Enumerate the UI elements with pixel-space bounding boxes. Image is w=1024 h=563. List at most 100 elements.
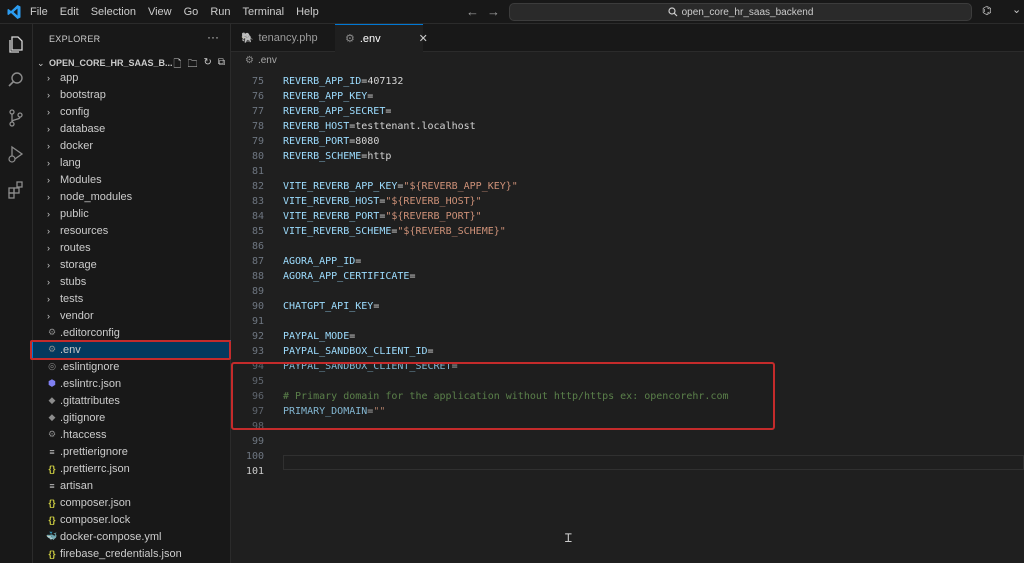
file-dot-prettierignore[interactable]: ≡ .prettierignore xyxy=(33,443,231,460)
folder-label: Modules xyxy=(60,173,102,186)
folder-storage[interactable]: › storage xyxy=(33,256,231,273)
tab-label: tenancy.php xyxy=(258,32,318,44)
chevron-down-icon[interactable]: ⌄ xyxy=(1012,3,1021,16)
explorer-title: EXPLORER xyxy=(49,34,101,44)
chevron-right-icon: › xyxy=(47,72,50,83)
vscode-logo-icon xyxy=(7,5,21,19)
folder-label: vendor xyxy=(60,309,94,322)
file-label: .eslintignore xyxy=(60,360,120,373)
file-label: .env xyxy=(60,343,81,356)
text-cursor-icon: Ɪ xyxy=(565,531,572,545)
close-icon[interactable]: ✕ xyxy=(419,32,428,45)
menu-help[interactable]: Help xyxy=(296,6,319,18)
folder-routes[interactable]: › routes xyxy=(33,239,231,256)
forward-arrow-icon[interactable]: → xyxy=(487,4,500,19)
file-dot-editorconfig[interactable]: ⚙ .editorconfig xyxy=(33,324,231,341)
gear-icon: ⚙ xyxy=(47,429,57,439)
editor-tabs: 🐘 tenancy.php ⚙ .env ✕ xyxy=(231,24,1024,52)
chevron-right-icon: › xyxy=(47,157,50,168)
folder-docker[interactable]: › docker xyxy=(33,137,231,154)
file-composer-json[interactable]: {} composer.json xyxy=(33,494,231,511)
folder-label: config xyxy=(60,105,90,118)
chevron-right-icon: › xyxy=(47,191,50,202)
folder-lang[interactable]: › lang xyxy=(33,154,231,171)
folder-tests[interactable]: › tests xyxy=(33,290,231,307)
file-label: .prettierrc.json xyxy=(60,462,130,475)
equals-sign: = xyxy=(409,271,416,282)
menu-terminal[interactable]: Terminal xyxy=(243,6,285,18)
copilot-icon[interactable]: ⌬ xyxy=(982,4,992,17)
file-artisan[interactable]: ≡ artisan xyxy=(33,477,231,494)
equals-sign: = xyxy=(451,361,458,372)
menu-edit[interactable]: Edit xyxy=(60,6,79,18)
back-arrow-icon[interactable]: ← xyxy=(466,4,479,19)
command-center-search[interactable]: open_core_hr_saas_backend xyxy=(509,3,972,21)
env-key: PAYPAL_MODE xyxy=(283,331,350,342)
file-label: composer.lock xyxy=(60,513,131,526)
explorer-files-icon[interactable] xyxy=(6,34,26,54)
file-label: composer.json xyxy=(60,496,131,509)
run-debug-icon[interactable] xyxy=(6,144,26,164)
folder-config[interactable]: › config xyxy=(33,103,231,120)
chevron-right-icon: › xyxy=(47,310,50,321)
folder-label: routes xyxy=(60,241,91,254)
search-icon[interactable] xyxy=(6,70,26,90)
gear-icon: ⚙ xyxy=(47,327,57,337)
env-key: REVERB_APP_ID xyxy=(283,76,362,87)
file-label: .eslintrc.json xyxy=(60,377,122,390)
chevron-right-icon: › xyxy=(47,259,50,270)
breadcrumb-file[interactable]: .env xyxy=(258,55,277,66)
folder-resources[interactable]: › resources xyxy=(33,222,231,239)
tab-tenancy-php[interactable]: 🐘 tenancy.php xyxy=(231,24,335,52)
menu-selection[interactable]: Selection xyxy=(91,6,136,18)
more-actions-icon[interactable]: ··· xyxy=(207,30,219,44)
env-value: 407132 xyxy=(367,76,404,87)
circle-icon: ◎ xyxy=(48,361,56,371)
command-center-text: open_core_hr_saas_backend xyxy=(681,6,814,18)
folder-modules[interactable]: › Modules xyxy=(33,171,231,188)
env-string-value: "${REVERB_SCHEME}" xyxy=(397,226,506,237)
folder-node-modules[interactable]: › node_modules xyxy=(33,188,231,205)
env-key: PRIMARY_DOMAIN xyxy=(283,406,368,417)
code-editor[interactable]: 75 REVERB_APP_ID=407132 76 REVERB_APP_KEY= 7… xyxy=(231,72,1024,563)
folder-label: bootstrap xyxy=(60,88,106,101)
php-icon: 🐘 xyxy=(241,32,254,44)
env-key: REVERB_APP_KEY xyxy=(283,91,368,102)
folder-public[interactable]: › public xyxy=(33,205,231,222)
folder-stubs[interactable]: › stubs xyxy=(33,273,231,290)
file-composer-lock[interactable]: {} composer.lock xyxy=(33,511,231,528)
activity-bar xyxy=(0,24,33,563)
gear-icon: ⚙ xyxy=(47,344,57,354)
equals-sign: = xyxy=(355,256,362,267)
file-dot-gitignore[interactable]: ◆ .gitignore xyxy=(33,409,231,426)
menu-run[interactable]: Run xyxy=(210,6,230,18)
folder-database[interactable]: › database xyxy=(33,120,231,137)
file-dot-prettierrc-json[interactable]: {} .prettierrc.json xyxy=(33,460,231,477)
extensions-icon[interactable] xyxy=(6,180,26,200)
tab-env[interactable]: ⚙ .env ✕ xyxy=(335,24,428,52)
file-dot-env[interactable]: ⚙ .env xyxy=(32,340,232,359)
equals-sign: = xyxy=(367,91,374,102)
menu-go[interactable]: Go xyxy=(184,6,199,18)
env-string-value: "${REVERB_HOST}" xyxy=(385,196,482,207)
chevron-right-icon: › xyxy=(47,106,50,117)
docker-icon: 🐳 xyxy=(46,531,58,541)
source-control-icon[interactable] xyxy=(6,108,26,128)
menu-view[interactable]: View xyxy=(148,6,172,18)
menu-file[interactable]: File xyxy=(30,6,48,18)
folder-label: public xyxy=(60,207,89,220)
file-dot-eslintrc-json[interactable]: ⬢ .eslintrc.json xyxy=(33,375,231,392)
file-dot-gitattributes[interactable]: ◆ .gitattributes xyxy=(33,392,231,409)
file-firebase-credentials-json[interactable]: {} firebase_credentials.json xyxy=(33,545,231,562)
file-dot-htaccess[interactable]: ⚙ .htaccess xyxy=(33,426,231,443)
file-dot-eslintignore[interactable]: ◎ .eslintignore xyxy=(33,358,231,375)
file-docker-compose-yml[interactable]: 🐳 docker-compose.yml xyxy=(33,528,231,545)
title-bar: File Edit Selection View Go Run Terminal Help ←… xyxy=(0,0,1024,24)
folder-label: storage xyxy=(60,258,97,271)
folder-bootstrap[interactable]: › bootstrap xyxy=(33,86,231,103)
json-icon: {} xyxy=(48,463,56,474)
project-name: OPEN_CORE_HR_SAAS_B... xyxy=(49,58,173,68)
env-string-value: "${REVERB_APP_KEY}" xyxy=(403,181,518,192)
folder-vendor[interactable]: › vendor xyxy=(33,307,231,324)
folder-app[interactable]: › app xyxy=(33,69,231,86)
